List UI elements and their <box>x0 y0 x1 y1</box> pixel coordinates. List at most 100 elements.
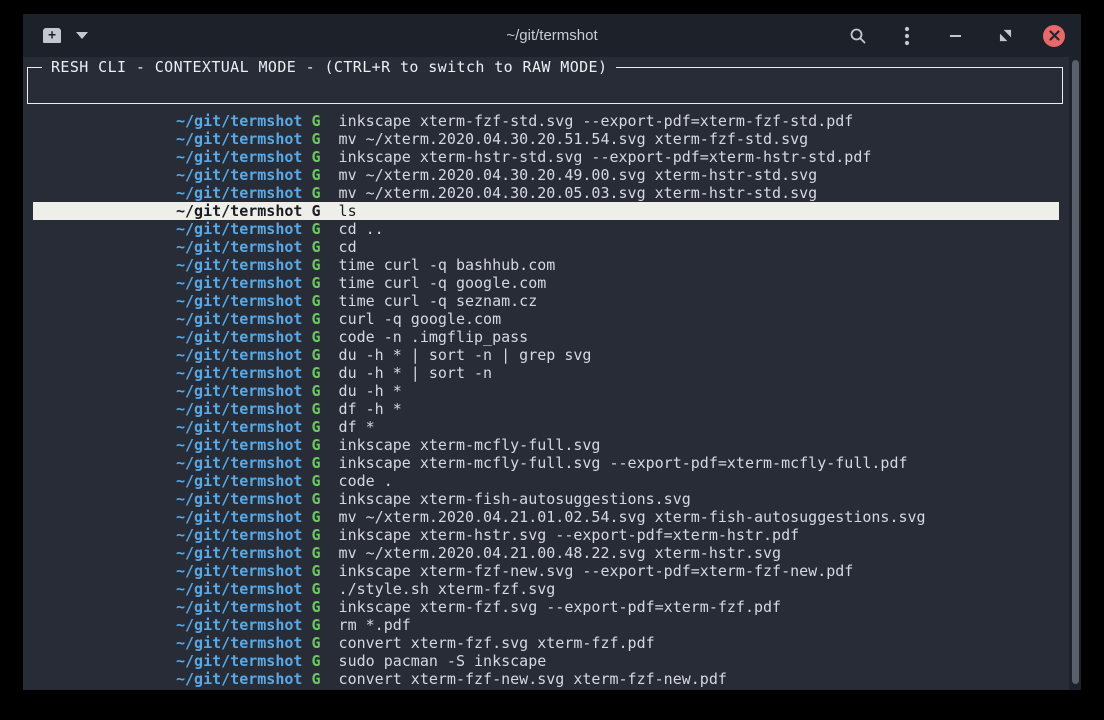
history-row[interactable]: ~/git/termshot G inkscape xterm-fish-aut… <box>33 490 1059 508</box>
history-path: ~/git/termshot <box>176 634 302 652</box>
history-command: convert xterm-fzf.svg xterm-fzf.pdf <box>321 634 655 652</box>
minimize-icon <box>950 34 962 38</box>
history-row[interactable]: ~/git/termshot G du -h * | sort -n <box>33 364 1059 382</box>
history-row[interactable]: ~/git/termshot G inkscape xterm-fzf.svg … <box>33 598 1059 616</box>
history-row[interactable]: ~/git/termshot G time curl -q bashhub.co… <box>33 256 1059 274</box>
history-command: mv ~/xterm.2020.04.21.01.02.54.svg xterm… <box>321 508 926 526</box>
history-row[interactable]: ~/git/termshot G inkscape xterm-fzf-new.… <box>33 562 1059 580</box>
git-indicator: G <box>302 220 320 238</box>
resh-header-label: RESH CLI - CONTEXTUAL MODE - (CTRL+R to … <box>42 58 616 77</box>
history-command: sudo pacman -S inkscape <box>321 652 547 670</box>
history-row[interactable]: ~/git/termshot G du -h * <box>33 382 1059 400</box>
history-command: inkscape xterm-fish-autosuggestions.svg <box>321 490 691 508</box>
history-command: time curl -q google.com <box>321 274 547 292</box>
history-row[interactable]: ~/git/termshot G code -n .imgflip_pass <box>33 328 1059 346</box>
history-row[interactable]: ~/git/termshot G mv ~/xterm.2020.04.30.2… <box>33 184 1059 202</box>
git-indicator: G <box>302 526 320 544</box>
new-tab-button[interactable]: + <box>43 28 61 43</box>
close-icon <box>1049 30 1060 41</box>
history-row[interactable]: ~/git/termshot G mv ~/xterm.2020.04.21.0… <box>33 544 1059 562</box>
history-command: cd .. <box>321 220 384 238</box>
history-command: ls <box>321 202 357 220</box>
resh-search-input[interactable] <box>34 78 1056 96</box>
history-command: inkscape xterm-fzf-new.svg --export-pdf=… <box>321 562 854 580</box>
new-tab-icon: + <box>43 28 61 43</box>
history-command: inkscape xterm-fzf-std.svg --export-pdf=… <box>321 112 854 130</box>
history-path: ~/git/termshot <box>176 670 302 688</box>
history-command: du -h * <box>321 382 402 400</box>
history-row[interactable]: ~/git/termshot G inkscape xterm-hstr-std… <box>33 148 1059 166</box>
history-path: ~/git/termshot <box>176 598 302 616</box>
history-row[interactable]: ~/git/termshot G cd .. <box>33 220 1059 238</box>
history-row[interactable]: ~/git/termshot G time curl -q google.com <box>33 274 1059 292</box>
scrollbar-thumb[interactable] <box>1072 60 1079 684</box>
history-command: time curl -q seznam.cz <box>321 292 538 310</box>
history-path: ~/git/termshot <box>176 508 302 526</box>
history-command: convert xterm-fzf-new.svg xterm-fzf-new.… <box>321 670 727 688</box>
menu-button[interactable] <box>896 25 918 47</box>
history-command: inkscape xterm-fzf.svg --export-pdf=xter… <box>321 598 782 616</box>
history-row[interactable]: ~/git/termshot G ./style.sh xterm-fzf.sv… <box>33 580 1059 598</box>
git-indicator: G <box>302 274 320 292</box>
git-indicator: G <box>302 598 320 616</box>
history-row[interactable]: ~/git/termshot G mv ~/xterm.2020.04.21.0… <box>33 508 1059 526</box>
history-row[interactable]: ~/git/termshot G code . <box>33 472 1059 490</box>
history-command: code . <box>321 472 393 490</box>
history-row[interactable]: ~/git/termshot G df * <box>33 418 1059 436</box>
history-row[interactable]: ~/git/termshot G mv ~/xterm.2020.04.30.2… <box>33 130 1059 148</box>
git-indicator: G <box>302 328 320 346</box>
history-command: rm *.pdf <box>321 616 411 634</box>
history-path: ~/git/termshot <box>176 220 302 238</box>
history-path: ~/git/termshot <box>176 454 302 472</box>
history-row[interactable]: ~/git/termshot G convert xterm-fzf-new.s… <box>33 670 1059 688</box>
history-row[interactable]: ~/git/termshot G time curl -q seznam.cz <box>33 292 1059 310</box>
history-command: du -h * | sort -n | grep svg <box>321 346 592 364</box>
history-path: ~/git/termshot <box>176 310 302 328</box>
history-command: ./style.sh xterm-fzf.svg <box>321 580 556 598</box>
history-command: du -h * | sort -n <box>321 364 493 382</box>
minimize-button[interactable] <box>945 25 967 47</box>
history-path: ~/git/termshot <box>176 256 302 274</box>
git-indicator: G <box>302 130 320 148</box>
history-row[interactable]: ~/git/termshot G inkscape xterm-hstr.svg… <box>33 526 1059 544</box>
history-command: mv ~/xterm.2020.04.30.20.51.54.svg xterm… <box>321 130 809 148</box>
history-row[interactable]: ~/git/termshot G ls <box>33 202 1059 220</box>
history-path: ~/git/termshot <box>176 346 302 364</box>
search-button[interactable] <box>847 25 869 47</box>
history-path: ~/git/termshot <box>176 238 302 256</box>
history-row[interactable]: ~/git/termshot G cd <box>33 238 1059 256</box>
history-row[interactable]: ~/git/termshot G du -h * | sort -n | gre… <box>33 346 1059 364</box>
scrollbar-track[interactable] <box>1069 57 1081 690</box>
history-command: mv ~/xterm.2020.04.21.00.48.22.svg xterm… <box>321 544 782 562</box>
close-button[interactable] <box>1043 25 1065 47</box>
history-row[interactable]: ~/git/termshot G rm *.pdf <box>33 616 1059 634</box>
titlebar: + ~/git/termshot <box>23 14 1081 57</box>
history-row[interactable]: ~/git/termshot G inkscape xterm-mcfly-fu… <box>33 454 1059 472</box>
history-command: df -h * <box>321 400 402 418</box>
terminal-screen[interactable]: RESH CLI - CONTEXTUAL MODE - (CTRL+R to … <box>23 57 1081 690</box>
history-row[interactable]: ~/git/termshot G sudo pacman -S inkscape <box>33 652 1059 670</box>
history-path: ~/git/termshot <box>176 436 302 454</box>
git-indicator: G <box>302 346 320 364</box>
history-command: inkscape xterm-hstr.svg --export-pdf=xte… <box>321 526 800 544</box>
history-row[interactable]: ~/git/termshot G inkscape xterm-mcfly-fu… <box>33 436 1059 454</box>
history-command: curl -q google.com <box>321 310 502 328</box>
restore-button[interactable] <box>994 25 1016 47</box>
git-indicator: G <box>302 292 320 310</box>
history-row[interactable]: ~/git/termshot G df -h * <box>33 400 1059 418</box>
history-row[interactable]: ~/git/termshot G inkscape xterm-fzf-std.… <box>33 112 1059 130</box>
history-path: ~/git/termshot <box>176 148 302 166</box>
history-path: ~/git/termshot <box>176 400 302 418</box>
history-row[interactable]: ~/git/termshot G curl -q google.com <box>33 310 1059 328</box>
history-row[interactable]: ~/git/termshot G mv ~/xterm.2020.04.30.2… <box>33 166 1059 184</box>
git-indicator: G <box>302 508 320 526</box>
history-path: ~/git/termshot <box>176 652 302 670</box>
history-path: ~/git/termshot <box>176 274 302 292</box>
tab-dropdown-button[interactable] <box>76 32 88 39</box>
git-indicator: G <box>302 418 320 436</box>
resh-header-box: RESH CLI - CONTEXTUAL MODE - (CTRL+R to … <box>27 67 1063 104</box>
history-command: inkscape xterm-mcfly-full.svg --export-p… <box>321 454 908 472</box>
git-indicator: G <box>302 490 320 508</box>
history-row[interactable]: ~/git/termshot G convert xterm-fzf.svg x… <box>33 634 1059 652</box>
history-path: ~/git/termshot <box>176 364 302 382</box>
